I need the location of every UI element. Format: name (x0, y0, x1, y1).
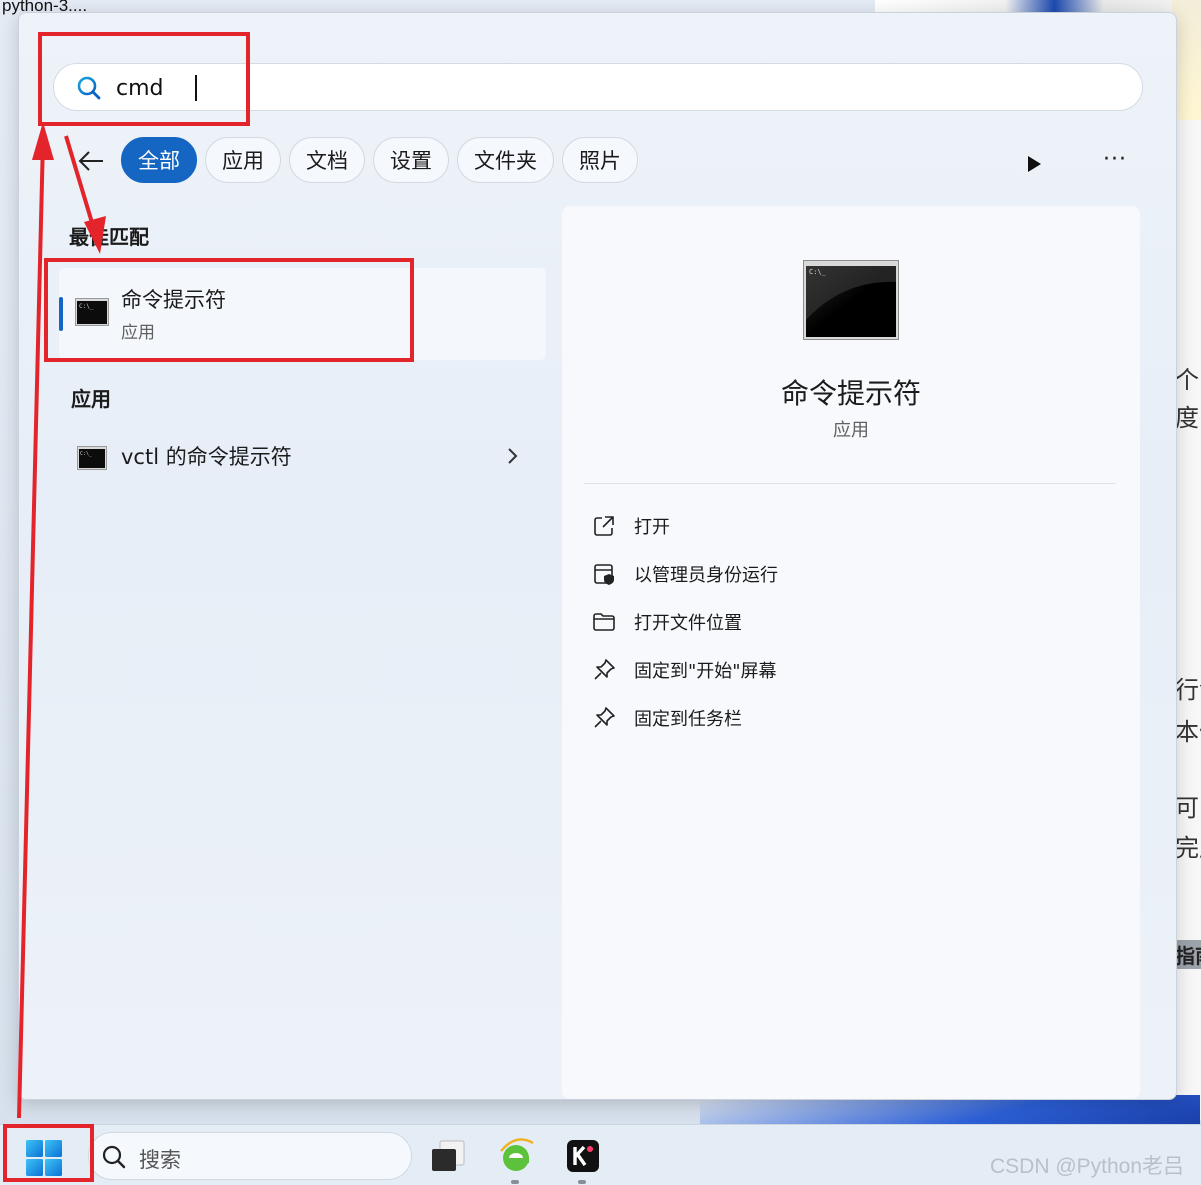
svg-text:C:\_: C:\_ (79, 303, 94, 310)
action-open[interactable]: 打开 (592, 506, 1092, 546)
details-subtitle: 应用 (833, 420, 869, 441)
running-indicator (578, 1180, 586, 1184)
background-text-fragment: 指南 (1175, 940, 1201, 969)
filter-chips: 全部 应用 文档 设置 文件夹 照片 (121, 137, 638, 183)
best-match-result[interactable]: C:\_ 命令提示符 应用 (59, 268, 546, 360)
kingsoft-app-icon[interactable] (564, 1137, 602, 1175)
action-pin-to-start[interactable]: 固定到"开始"屏幕 (592, 650, 1092, 690)
best-match-heading: 最佳匹配 (69, 225, 149, 249)
start-search-box[interactable] (53, 63, 1143, 111)
best-match-name: 命令提示符 (121, 288, 226, 312)
filter-chip-apps[interactable]: 应用 (205, 137, 281, 183)
start-menu-panel: 全部 应用 文档 设置 文件夹 照片 ··· 最佳匹配 C:\_ 命令提示符 应… (18, 12, 1177, 1100)
action-pin-to-taskbar[interactable]: 固定到任务栏 (592, 698, 1092, 738)
background-text-fragment: 个 (1175, 366, 1199, 394)
filter-chip-photos[interactable]: 照片 (562, 137, 638, 183)
action-open-file-location[interactable]: 打开文件位置 (592, 602, 1092, 642)
watermark: CSDN @Python老吕 (990, 1155, 1185, 1178)
action-label: 以管理员身份运行 (634, 565, 778, 586)
action-label: 打开文件位置 (634, 613, 742, 634)
filter-chip-documents[interactable]: 文档 (289, 137, 365, 183)
taskbar-search-label: 搜索 (139, 1148, 181, 1172)
windows-start-icon[interactable] (25, 1139, 63, 1177)
command-prompt-large-icon: C:\_ (803, 260, 899, 340)
apps-heading: 应用 (71, 387, 111, 411)
pin-icon (594, 659, 615, 680)
back-arrow-icon (78, 151, 103, 171)
filter-chip-folders[interactable]: 文件夹 (457, 137, 554, 183)
details-divider (584, 483, 1116, 484)
details-title: 命令提示符 (780, 377, 921, 410)
search-icon (77, 76, 101, 100)
action-label: 固定到任务栏 (634, 709, 742, 730)
run-as-admin-icon (594, 564, 614, 585)
search-input[interactable] (116, 72, 1016, 104)
pin-icon (594, 707, 615, 728)
background-text-fragment: 行命 (1175, 676, 1201, 704)
scroll-filters-play-icon[interactable] (1019, 149, 1049, 179)
more-options-button[interactable]: ··· (1095, 147, 1135, 177)
running-indicator (511, 1180, 519, 1184)
open-external-icon (594, 516, 614, 536)
app-result-name: vctl 的命令提示符 (121, 445, 292, 469)
command-prompt-icon: C:\_ (77, 446, 107, 470)
action-run-as-admin[interactable]: 以管理员身份运行 (592, 554, 1092, 594)
filter-chip-settings[interactable]: 设置 (373, 137, 449, 183)
text-cursor (195, 75, 197, 101)
filter-chip-all[interactable]: 全部 (121, 137, 197, 183)
background-text-fragment: 可问 (1175, 794, 1201, 822)
action-label: 打开 (634, 517, 670, 538)
action-label: 固定到"开始"屏幕 (634, 661, 777, 682)
ie-browser-icon[interactable] (497, 1137, 535, 1175)
selection-indicator (59, 297, 63, 331)
chevron-right-icon[interactable] (503, 445, 523, 467)
details-pane: C:\_ 命令提示符 应用 打开 以管理员身份运行 打开文件位置 固定到"开始"… (562, 206, 1140, 1099)
folder-icon (593, 613, 615, 631)
back-button[interactable] (73, 143, 109, 179)
command-prompt-icon: C:\_ (75, 298, 109, 326)
background-text-fragment: 完成 (1175, 834, 1201, 862)
taskbar-search-box[interactable]: 搜索 (88, 1132, 412, 1180)
svg-text:C:\_: C:\_ (809, 268, 827, 276)
background-text-fragment: 本信 (1175, 718, 1201, 746)
best-match-type: 应用 (121, 323, 155, 343)
task-view-icon[interactable] (430, 1137, 468, 1175)
search-icon (102, 1145, 126, 1169)
app-result-vctl-command-prompt[interactable]: C:\_ vctl 的命令提示符 (63, 433, 541, 479)
background-text-fragment: 度阳 (1175, 404, 1201, 432)
svg-text:C:\_: C:\_ (80, 451, 93, 457)
